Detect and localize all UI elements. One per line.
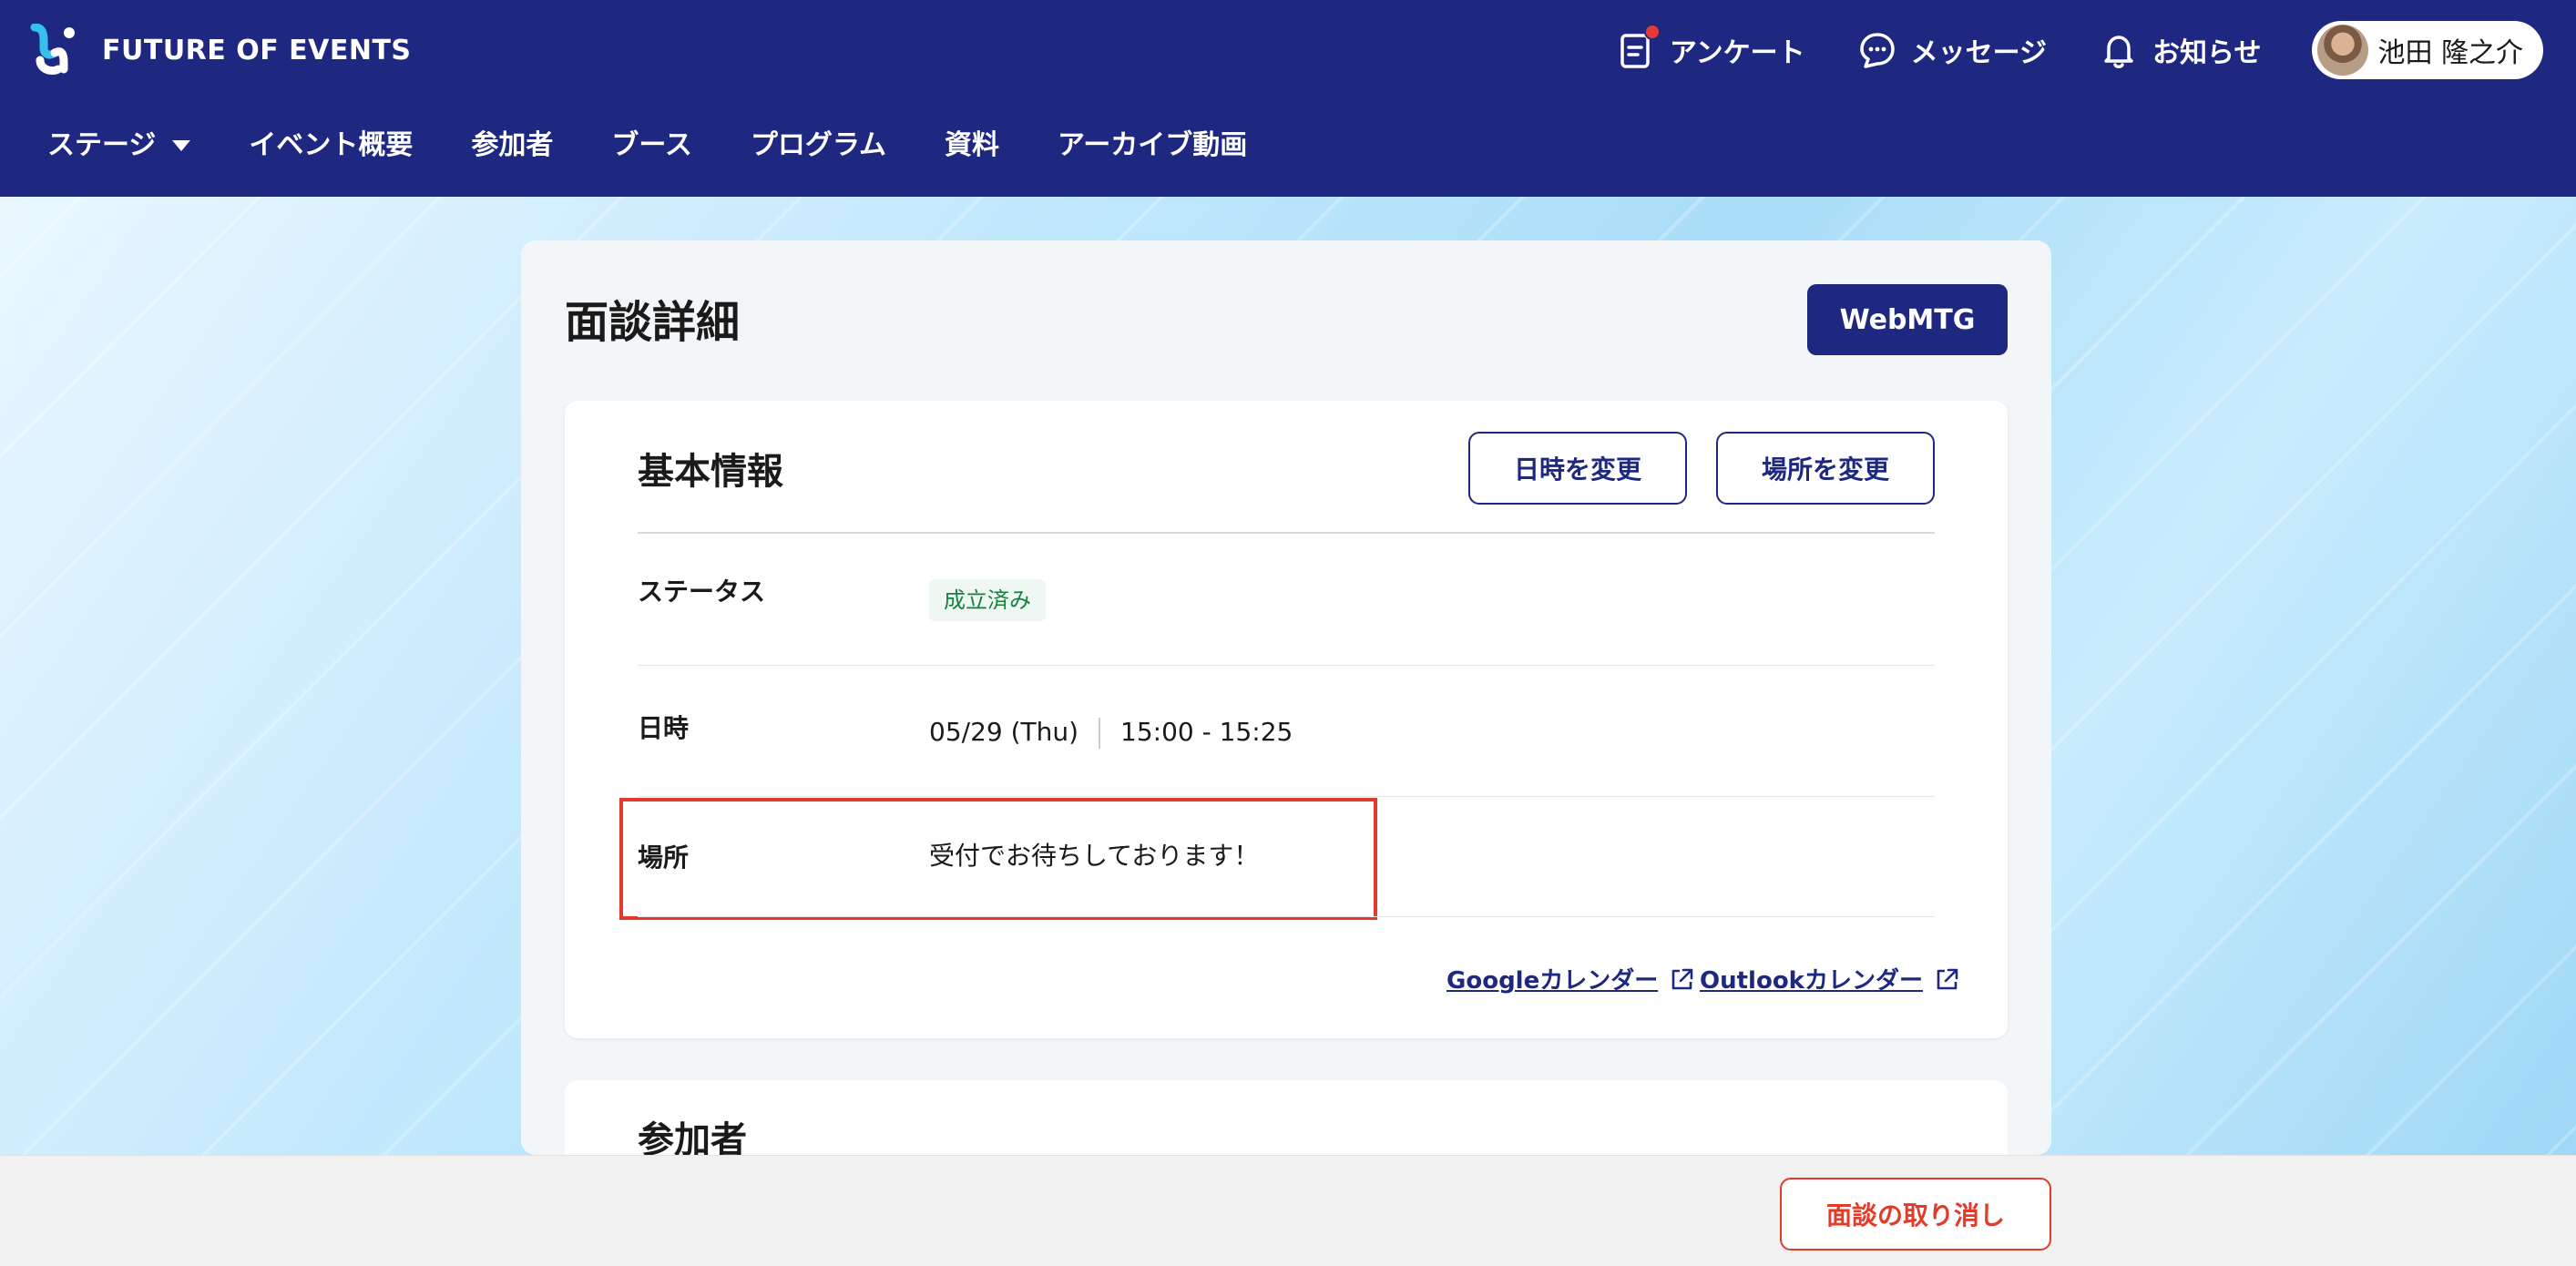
datetime-value: 05/29 (Thu) 15:00 - 15:25	[929, 714, 1293, 750]
nav-item-label: 資料	[945, 129, 1000, 161]
main-nav: ステージ イベント概要 参加者 ブース プログラム 資料 アーカイブ動画	[47, 126, 1305, 166]
section-title: 基本情報	[638, 451, 783, 493]
nav-item-stage[interactable]: ステージ	[47, 126, 191, 166]
google-calendar-label: Googleカレンダー	[1446, 967, 1659, 995]
participants-card: 参加者	[565, 1080, 2008, 1155]
bottom-action-bar: 面談の取り消し	[0, 1155, 2576, 1266]
nav-item-label: 参加者	[471, 129, 554, 161]
brand-name: FUTURE OF EVENTS	[102, 35, 412, 66]
status-label: ステータス	[638, 577, 766, 607]
page-title: 面談詳細	[565, 297, 741, 348]
nav-item-label: ブース	[611, 129, 692, 161]
divider	[638, 665, 1935, 666]
nav-item-event-overview[interactable]: イベント概要	[249, 126, 413, 166]
nav-item-archive-video[interactable]: アーカイブ動画	[1058, 126, 1247, 166]
outlook-calendar-label: Outlookカレンダー	[1700, 967, 1923, 995]
user-menu-button[interactable]: 池田 隆之介	[2312, 21, 2543, 79]
nav-item-label: プログラム	[750, 129, 887, 161]
nav-item-program[interactable]: プログラム	[751, 126, 886, 166]
nav-item-label: アーカイブ動画	[1058, 129, 1248, 161]
divider	[638, 796, 1935, 797]
messages-button[interactable]: メッセージ	[1856, 29, 2047, 71]
survey-icon	[1615, 24, 1661, 71]
cancel-meeting-button[interactable]: 面談の取り消し	[1780, 1178, 2051, 1251]
survey-label: アンケート	[1669, 37, 1805, 69]
survey-button[interactable]: アンケート	[1615, 24, 1805, 71]
avatar	[2317, 25, 2369, 76]
chevron-down-icon	[172, 140, 191, 151]
app-logo[interactable]	[27, 24, 80, 77]
notification-dot	[1643, 24, 1661, 40]
webmtg-button[interactable]: WebMTG	[1807, 284, 2008, 355]
nav-item-booth[interactable]: ブース	[611, 126, 692, 166]
external-link-icon	[1937, 968, 1958, 989]
datetime-label: 日時	[638, 713, 690, 743]
separator	[1099, 718, 1101, 749]
section-title: 参加者	[638, 1119, 747, 1155]
notifications-label: お知らせ	[2152, 37, 2262, 69]
chat-bubble-icon	[1856, 29, 1898, 71]
nav-item-label: イベント概要	[249, 129, 414, 161]
nav-item-materials[interactable]: 資料	[945, 126, 999, 166]
top-header: FUTURE OF EVENTS アンケート メッセージ お知らせ 池田 隆之介…	[0, 0, 2576, 197]
notifications-button[interactable]: お知らせ	[2098, 29, 2261, 71]
header-actions: アンケート メッセージ お知らせ 池田 隆之介	[1615, 20, 2543, 80]
outlook-calendar-link[interactable]: Outlookカレンダー	[1700, 962, 1961, 995]
change-location-button[interactable]: 場所を変更	[1716, 432, 1935, 505]
location-highlight-box	[619, 798, 1377, 920]
divider	[638, 532, 1935, 534]
nav-item-participants[interactable]: 参加者	[471, 126, 553, 166]
nav-item-label: ステージ	[47, 129, 157, 161]
external-link-icon	[1671, 968, 1693, 989]
date-value: 05/29 (Thu)	[929, 717, 1079, 747]
divider	[638, 916, 1935, 917]
time-value: 15:00 - 15:25	[1120, 717, 1293, 747]
meeting-detail-panel: 面談詳細 WebMTG 基本情報 日時を変更 場所を変更 ステータス 成立済み …	[521, 240, 2051, 1155]
content-stack: 基本情報 日時を変更 場所を変更 ステータス 成立済み 日時 05/29 (Th…	[565, 401, 2008, 1155]
change-datetime-button[interactable]: 日時を変更	[1468, 432, 1687, 505]
status-badge: 成立済み	[929, 579, 1046, 621]
messages-label: メッセージ	[1910, 37, 2048, 69]
google-calendar-link[interactable]: Googleカレンダー	[1446, 962, 1696, 995]
bell-icon	[2098, 29, 2140, 71]
user-name: 池田 隆之介	[2377, 37, 2523, 69]
basic-info-card: 基本情報 日時を変更 場所を変更 ステータス 成立済み 日時 05/29 (Th…	[565, 401, 2008, 1038]
